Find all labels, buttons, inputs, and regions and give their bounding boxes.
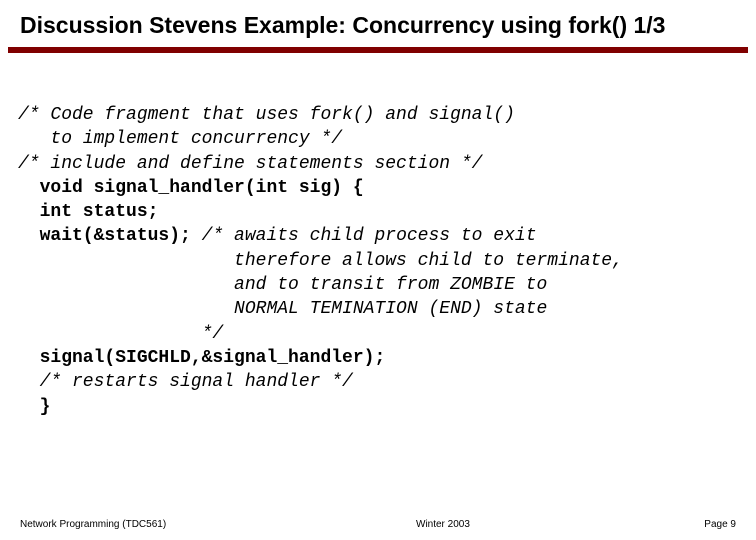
code-line: void signal_handler(int sig) { [18, 176, 736, 200]
code-line: signal(SIGCHLD,&signal_handler); [18, 346, 736, 370]
footer-course: Network Programming (TDC561) [20, 519, 166, 530]
code-line: /* restarts signal handler */ [18, 370, 736, 394]
code-line: /* Code fragment that uses fork() and si… [18, 103, 736, 127]
code-line: and to transit from ZOMBIE to [18, 273, 736, 297]
code-line: /* include and define statements section… [18, 152, 736, 176]
code-block: /* Code fragment that uses fork() and si… [0, 53, 756, 419]
code-line: to implement concurrency */ [18, 127, 736, 151]
footer-term: Winter 2003 [416, 519, 470, 530]
code-line: therefore allows child to terminate, [18, 249, 736, 273]
footer: Network Programming (TDC561) Winter 2003… [0, 519, 756, 530]
code-line: int status; [18, 200, 736, 224]
code-line: NORMAL TEMINATION (END) state [18, 297, 736, 321]
slide-title: Discussion Stevens Example: Concurrency … [0, 0, 756, 47]
code-comment: /* awaits child process to exit [202, 226, 537, 246]
slide: Discussion Stevens Example: Concurrency … [0, 0, 756, 540]
code-line: wait(&status); /* awaits child process t… [18, 224, 736, 248]
code-line: } [18, 395, 736, 419]
code-line: */ [18, 322, 736, 346]
code-fragment: wait(&status); [18, 226, 202, 246]
footer-page: Page 9 [704, 519, 736, 530]
